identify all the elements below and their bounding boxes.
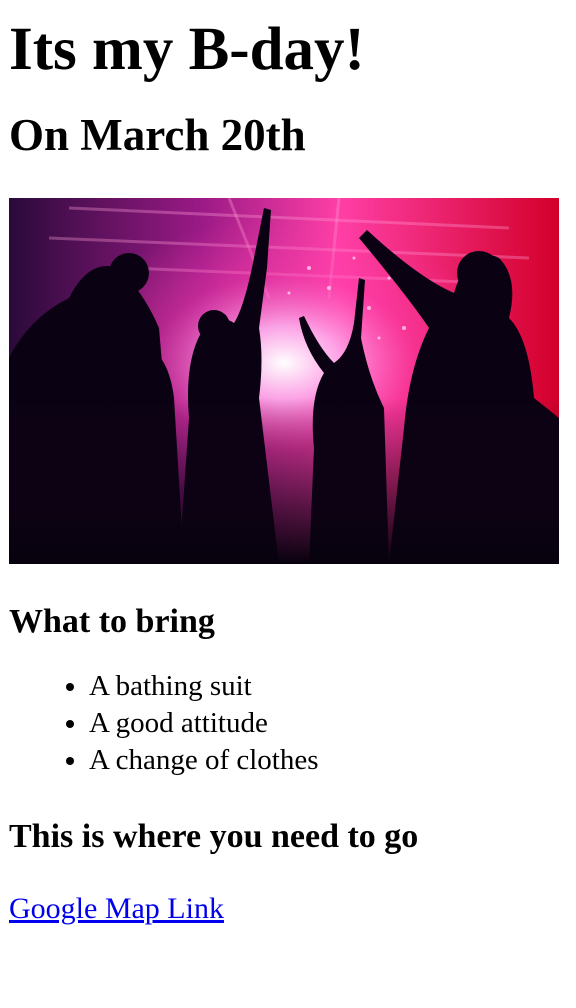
list-item: A bathing suit: [89, 668, 567, 705]
page-title: Its my B-day!: [9, 16, 365, 83]
directions-heading: This is where you need to go: [9, 818, 419, 855]
what-to-bring-heading: What to bring: [9, 603, 215, 640]
list-item: A change of clothes: [89, 742, 567, 779]
party-image: [9, 198, 559, 564]
page-subtitle: On March 20th: [9, 110, 306, 160]
page-container: Its my B-day! On March 20th What to brin…: [0, 0, 576, 927]
list-item: A good attitude: [89, 705, 567, 742]
bring-list: A bathing suit A good attitude A change …: [9, 668, 567, 779]
party-crowd-image: [9, 198, 559, 564]
google-map-link[interactable]: Google Map Link: [9, 891, 224, 927]
